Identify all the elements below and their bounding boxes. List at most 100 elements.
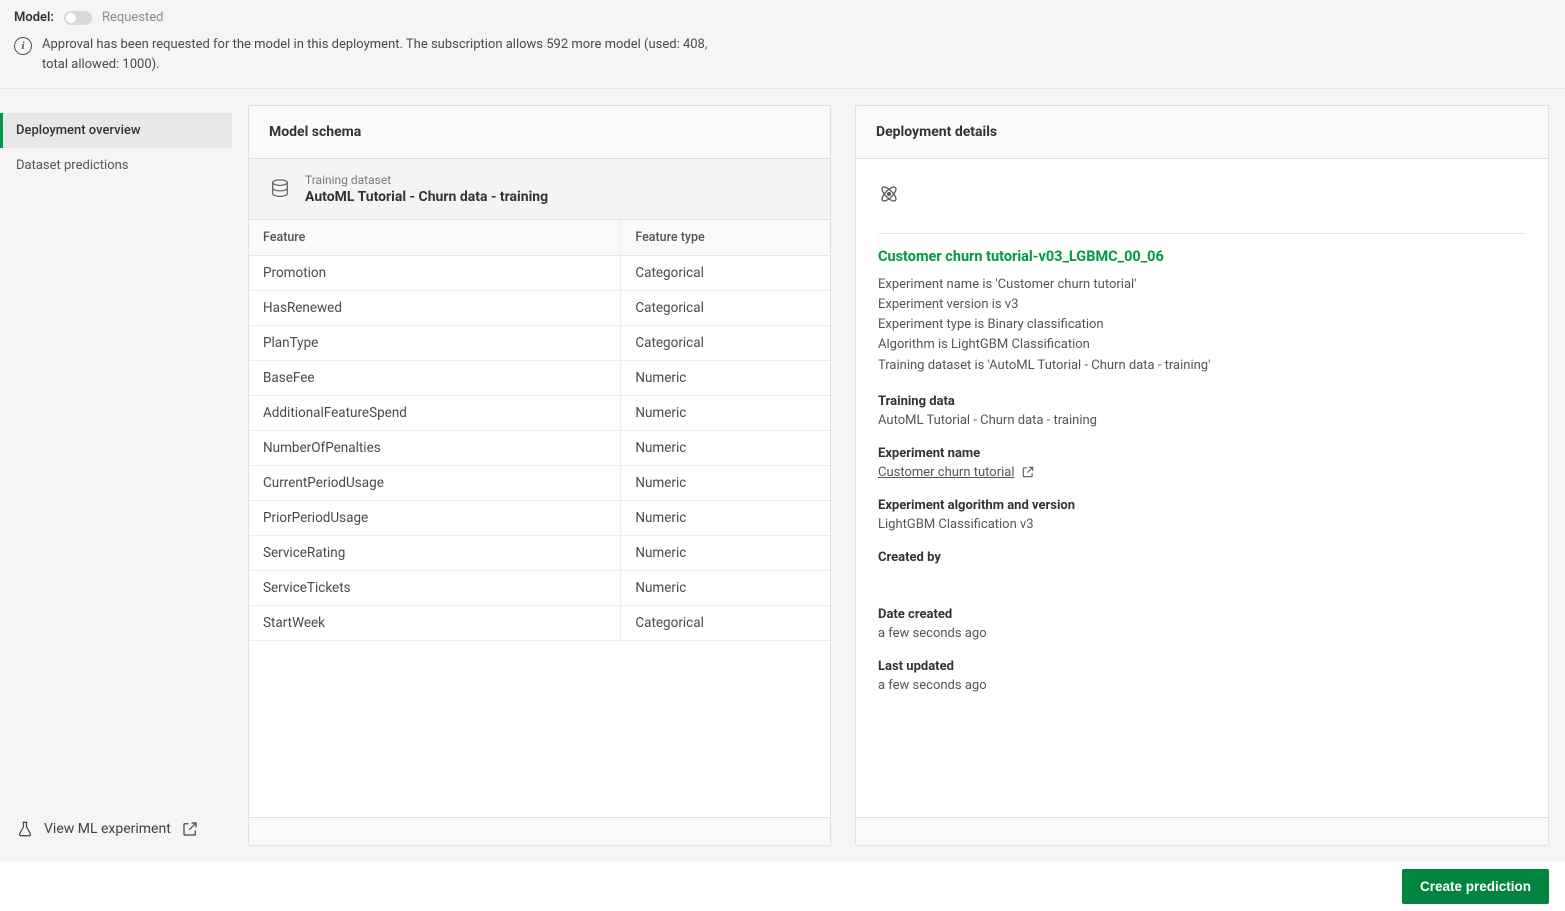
details-panel-footer: [856, 817, 1548, 845]
model-label: Model:: [14, 10, 54, 25]
training-data-value: AutoML Tutorial - Churn data - training: [878, 413, 1526, 428]
date-created-value: a few seconds ago: [878, 626, 1526, 641]
feature-cell: Promotion: [249, 256, 621, 291]
model-toggle[interactable]: [64, 11, 92, 25]
sidebar-footer[interactable]: View ML experiment: [0, 804, 232, 862]
feature-cell: StartWeek: [249, 606, 621, 641]
experiment-name-value: Customer churn tutorial: [878, 465, 1015, 480]
table-row: PriorPeriodUsageNumeric: [249, 501, 830, 536]
sidebar-item-label: Dataset predictions: [16, 158, 129, 173]
create-prediction-button[interactable]: Create prediction: [1402, 869, 1549, 904]
training-data-label: Training data: [878, 394, 1526, 409]
bottombar: Create prediction: [0, 861, 1565, 911]
content: Model schema Training dataset AutoML Tut…: [232, 89, 1565, 862]
col-type: Feature type: [621, 220, 830, 256]
feature-type-cell: Categorical: [621, 606, 830, 641]
view-experiment-label: View ML experiment: [44, 821, 171, 837]
meta-line: Algorithm is LightGBM Classification: [878, 335, 1526, 355]
experiment-name-label: Experiment name: [878, 446, 1526, 461]
last-updated-label: Last updated: [878, 659, 1526, 674]
meta-line: Experiment version is v3: [878, 295, 1526, 315]
main-layout: Deployment overview Dataset predictions …: [0, 89, 1565, 862]
divider: [878, 233, 1526, 234]
feature-type-cell: Numeric: [621, 431, 830, 466]
section-last-updated: Last updated a few seconds ago: [878, 659, 1526, 693]
meta-line: Experiment type is Binary classification: [878, 315, 1526, 335]
topbar-model-row: Model: Requested: [14, 10, 1551, 25]
section-created-by: Created by: [878, 550, 1526, 589]
col-feature: Feature: [249, 220, 621, 256]
section-experiment-name: Experiment name Customer churn tutorial: [878, 446, 1526, 480]
deployment-details-title: Deployment details: [856, 106, 1548, 159]
feature-type-cell: Numeric: [621, 396, 830, 431]
model-schema-title: Model schema: [249, 106, 830, 159]
table-row: PlanTypeCategorical: [249, 326, 830, 361]
model-status: Requested: [102, 10, 164, 25]
sidebar-item-dataset-predictions[interactable]: Dataset predictions: [0, 148, 232, 183]
schema-table: Feature Feature type PromotionCategorica…: [249, 220, 830, 641]
approval-message: Approval has been requested for the mode…: [42, 35, 714, 74]
section-algorithm: Experiment algorithm and version LightGB…: [878, 498, 1526, 532]
table-row: BaseFeeNumeric: [249, 361, 830, 396]
feature-cell: HasRenewed: [249, 291, 621, 326]
table-row: StartWeekCategorical: [249, 606, 830, 641]
created-by-value: [878, 569, 958, 589]
feature-cell: CurrentPeriodUsage: [249, 466, 621, 501]
feature-cell: PriorPeriodUsage: [249, 501, 621, 536]
training-dataset-label: Training dataset: [305, 173, 548, 187]
feature-type-cell: Numeric: [621, 466, 830, 501]
algorithm-value: LightGBM Classification v3: [878, 517, 1526, 532]
deployed-model-name: Customer churn tutorial-v03_LGBMC_00_06: [878, 248, 1526, 265]
table-row: ServiceRatingNumeric: [249, 536, 830, 571]
feature-cell: ServiceTickets: [249, 571, 621, 606]
schema-panel-footer: [249, 817, 830, 845]
feature-cell: ServiceRating: [249, 536, 621, 571]
section-training-data: Training data AutoML Tutorial - Churn da…: [878, 394, 1526, 428]
table-row: CurrentPeriodUsageNumeric: [249, 466, 830, 501]
feature-cell: BaseFee: [249, 361, 621, 396]
feature-cell: AdditionalFeatureSpend: [249, 396, 621, 431]
meta-line: Training dataset is 'AutoML Tutorial - C…: [878, 356, 1526, 376]
date-created-label: Date created: [878, 607, 1526, 622]
feature-type-cell: Categorical: [621, 291, 830, 326]
algorithm-label: Experiment algorithm and version: [878, 498, 1526, 513]
experiment-name-link[interactable]: Customer churn tutorial: [878, 465, 1035, 480]
table-row: PromotionCategorical: [249, 256, 830, 291]
table-row: ServiceTicketsNumeric: [249, 571, 830, 606]
deployment-details-panel: Deployment details Customer churn tutori…: [855, 105, 1549, 846]
feature-cell: NumberOfPenalties: [249, 431, 621, 466]
external-link-icon: [1021, 465, 1035, 479]
created-by-label: Created by: [878, 550, 1526, 565]
feature-type-cell: Categorical: [621, 256, 830, 291]
topbar: Model: Requested i Approval has been req…: [0, 0, 1565, 89]
atom-icon: [878, 183, 900, 205]
section-date-created: Date created a few seconds ago: [878, 607, 1526, 641]
sidebar-item-label: Deployment overview: [16, 123, 141, 138]
feature-type-cell: Numeric: [621, 571, 830, 606]
database-icon: [269, 178, 291, 200]
sidebar-item-deployment-overview[interactable]: Deployment overview: [0, 113, 232, 148]
feature-type-cell: Categorical: [621, 326, 830, 361]
meta-line: Experiment name is 'Customer churn tutor…: [878, 275, 1526, 295]
model-meta-lines: Experiment name is 'Customer churn tutor…: [878, 275, 1526, 376]
external-link-icon: [181, 820, 199, 838]
table-row: NumberOfPenaltiesNumeric: [249, 431, 830, 466]
feature-type-cell: Numeric: [621, 501, 830, 536]
flask-icon: [16, 820, 34, 838]
approval-row: i Approval has been requested for the mo…: [14, 35, 714, 74]
feature-cell: PlanType: [249, 326, 621, 361]
model-schema-panel: Model schema Training dataset AutoML Tut…: [248, 105, 831, 846]
table-row: AdditionalFeatureSpendNumeric: [249, 396, 830, 431]
last-updated-value: a few seconds ago: [878, 678, 1526, 693]
sidebar: Deployment overview Dataset predictions …: [0, 89, 232, 862]
feature-type-cell: Numeric: [621, 361, 830, 396]
schema-dataset-header: Training dataset AutoML Tutorial - Churn…: [249, 159, 830, 220]
schema-table-header: Feature Feature type: [249, 220, 830, 256]
info-icon: i: [14, 37, 32, 55]
schema-head-text: Training dataset AutoML Tutorial - Churn…: [305, 173, 548, 205]
feature-type-cell: Numeric: [621, 536, 830, 571]
table-row: HasRenewedCategorical: [249, 291, 830, 326]
sidebar-items: Deployment overview Dataset predictions: [0, 113, 232, 804]
details-body: Customer churn tutorial-v03_LGBMC_00_06 …: [856, 159, 1548, 817]
training-dataset-name: AutoML Tutorial - Churn data - training: [305, 189, 548, 205]
